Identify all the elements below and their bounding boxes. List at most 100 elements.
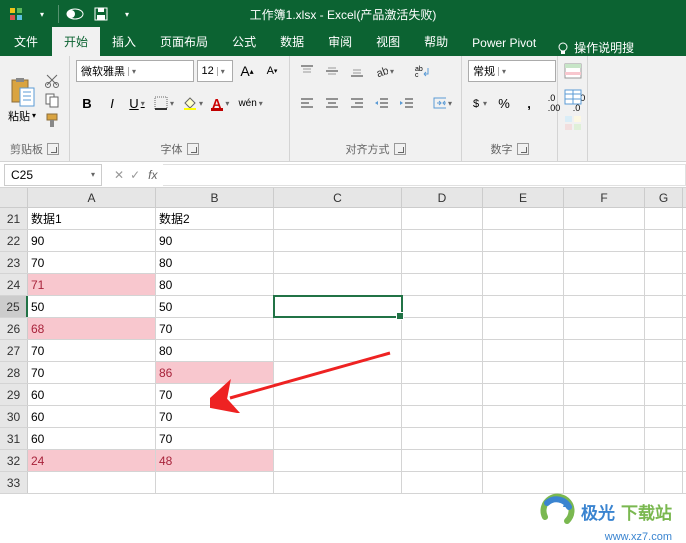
cell[interactable]: [402, 450, 483, 471]
cell[interactable]: [483, 362, 564, 383]
cell[interactable]: [402, 362, 483, 383]
cell[interactable]: [483, 450, 564, 471]
cell[interactable]: [402, 296, 483, 317]
orientation-button[interactable]: ab: [371, 60, 397, 82]
bold-button[interactable]: B: [76, 92, 98, 114]
autosave-icon[interactable]: [63, 2, 87, 26]
cell[interactable]: 70: [156, 406, 274, 427]
cell[interactable]: [483, 252, 564, 273]
cell[interactable]: 24: [28, 450, 156, 471]
cell[interactable]: [645, 208, 683, 229]
col-header-E[interactable]: E: [483, 188, 564, 207]
cell[interactable]: [483, 428, 564, 449]
cell[interactable]: 70: [156, 384, 274, 405]
font-size-combo[interactable]: 12▾: [197, 60, 233, 82]
color-icon[interactable]: [4, 2, 28, 26]
cell[interactable]: [645, 450, 683, 471]
row-header[interactable]: 27: [0, 340, 28, 361]
cell[interactable]: [402, 318, 483, 339]
underline-button[interactable]: U: [126, 92, 148, 114]
cell[interactable]: 50: [156, 296, 274, 317]
cell[interactable]: [564, 428, 645, 449]
fx-label[interactable]: fx: [148, 168, 157, 182]
cell[interactable]: [645, 296, 683, 317]
row-header[interactable]: 24: [0, 274, 28, 295]
cell[interactable]: [402, 274, 483, 295]
cell[interactable]: 71: [28, 274, 156, 295]
align-right-button[interactable]: [346, 92, 368, 114]
cell[interactable]: [274, 384, 402, 405]
save-icon[interactable]: [89, 2, 113, 26]
number-format-combo[interactable]: 常规▾: [468, 60, 556, 82]
percent-button[interactable]: %: [493, 92, 515, 114]
cell[interactable]: [274, 296, 402, 317]
tab-help[interactable]: 帮助: [412, 27, 460, 56]
col-header-G[interactable]: G: [645, 188, 683, 207]
cell[interactable]: 70: [28, 362, 156, 383]
qat-more-icon[interactable]: ▾: [115, 2, 139, 26]
cell[interactable]: [274, 340, 402, 361]
increase-indent-button[interactable]: [396, 92, 418, 114]
cell[interactable]: [564, 406, 645, 427]
alignment-dialog-launcher[interactable]: [394, 143, 406, 155]
align-middle-button[interactable]: [321, 60, 343, 82]
cell[interactable]: [564, 252, 645, 273]
row-header[interactable]: 25: [0, 296, 28, 317]
cell[interactable]: [645, 274, 683, 295]
cell[interactable]: 80: [156, 274, 274, 295]
cell[interactable]: [645, 252, 683, 273]
row-header[interactable]: 30: [0, 406, 28, 427]
cell[interactable]: [645, 472, 683, 493]
cell[interactable]: [402, 384, 483, 405]
cell[interactable]: [402, 208, 483, 229]
cell[interactable]: 50: [28, 296, 156, 317]
cell[interactable]: [483, 296, 564, 317]
cell[interactable]: [274, 362, 402, 383]
formula-bar[interactable]: [163, 164, 686, 186]
number-dialog-launcher[interactable]: [517, 143, 529, 155]
cut-button[interactable]: [42, 71, 62, 89]
cell[interactable]: 80: [156, 252, 274, 273]
font-color-button[interactable]: A: [209, 92, 232, 114]
cell[interactable]: [645, 362, 683, 383]
col-header-F[interactable]: F: [564, 188, 645, 207]
font-name-combo[interactable]: 微软雅黑▾: [76, 60, 194, 82]
cell[interactable]: 86: [156, 362, 274, 383]
decrease-font-button[interactable]: A▾: [261, 60, 283, 82]
cell[interactable]: [274, 318, 402, 339]
row-header[interactable]: 28: [0, 362, 28, 383]
comma-button[interactable]: ,: [518, 92, 540, 114]
row-header[interactable]: 33: [0, 472, 28, 493]
tab-powerpivot[interactable]: Power Pivot: [460, 30, 548, 56]
cell[interactable]: 70: [28, 340, 156, 361]
enter-formula-button[interactable]: ✓: [130, 168, 140, 182]
cell[interactable]: [402, 252, 483, 273]
cell[interactable]: [483, 274, 564, 295]
cell[interactable]: [564, 230, 645, 251]
cell[interactable]: [645, 384, 683, 405]
accounting-format-button[interactable]: $: [468, 92, 490, 114]
cell[interactable]: [564, 472, 645, 493]
font-dialog-launcher[interactable]: [187, 143, 199, 155]
cell[interactable]: [483, 384, 564, 405]
cell[interactable]: [564, 208, 645, 229]
cell[interactable]: [483, 318, 564, 339]
cell[interactable]: [274, 450, 402, 471]
tab-data[interactable]: 数据: [268, 27, 316, 56]
col-header-B[interactable]: B: [156, 188, 274, 207]
cell[interactable]: [274, 230, 402, 251]
tab-formulas[interactable]: 公式: [220, 27, 268, 56]
row-header[interactable]: 21: [0, 208, 28, 229]
cell[interactable]: [483, 230, 564, 251]
cell[interactable]: [274, 428, 402, 449]
cell[interactable]: [402, 428, 483, 449]
cell[interactable]: [402, 406, 483, 427]
cell[interactable]: [564, 384, 645, 405]
row-header[interactable]: 31: [0, 428, 28, 449]
cell[interactable]: [483, 340, 564, 361]
cell[interactable]: [564, 274, 645, 295]
tab-file[interactable]: 文件: [0, 27, 52, 56]
cell[interactable]: [564, 450, 645, 471]
cell[interactable]: [483, 406, 564, 427]
cell[interactable]: 数据1: [28, 208, 156, 229]
